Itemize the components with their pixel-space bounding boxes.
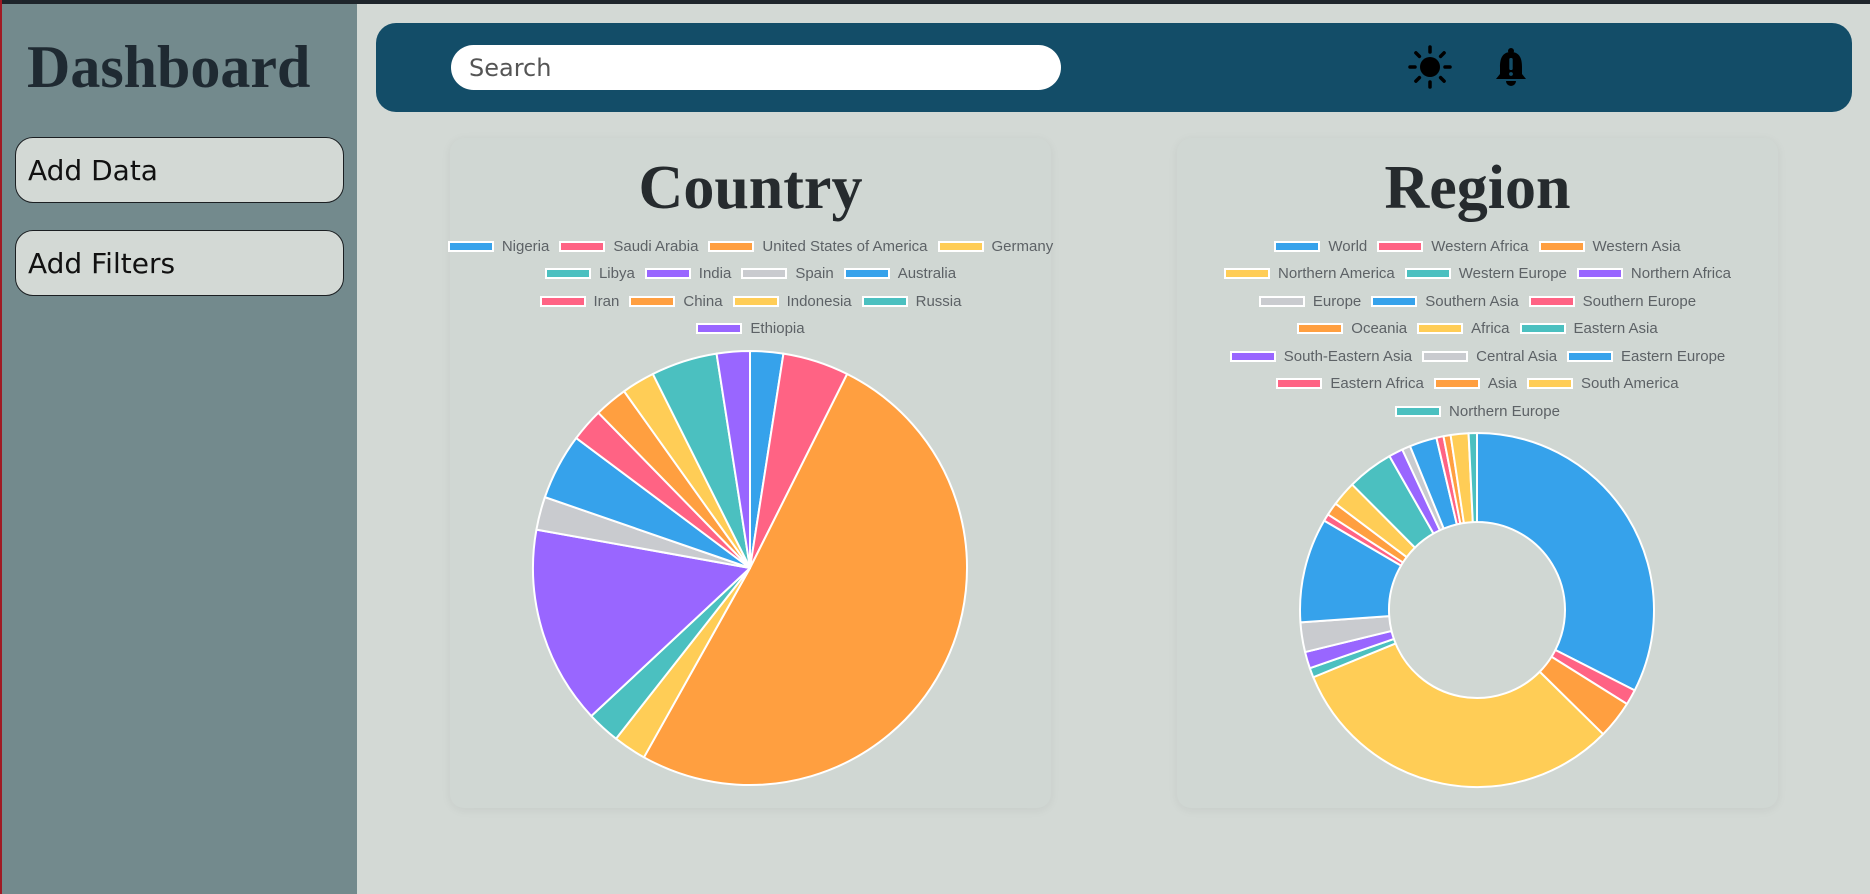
add-data-button[interactable]: Add Data [15,137,344,203]
slice-world[interactable] [1476,432,1655,692]
country-chart-card: Country Nigeria Saudi Arabia United States… [447,138,1053,808]
top-bar [376,23,1852,112]
bell-alert-icon[interactable] [1488,44,1534,90]
dashboard-title: Dashboard [27,34,311,100]
country-pie-chart [532,350,968,786]
sidebar: Dashboard Add Data Add Filters [0,4,357,894]
add-filters-button[interactable]: Add Filters [15,230,344,296]
sun-icon[interactable] [1407,44,1453,90]
search-input[interactable] [451,45,1061,90]
region-doughnut-chart [1299,432,1655,788]
region-chart-card: Region World Western Africa Western Asia No… [1177,138,1778,808]
window-left-edge [0,0,2,894]
